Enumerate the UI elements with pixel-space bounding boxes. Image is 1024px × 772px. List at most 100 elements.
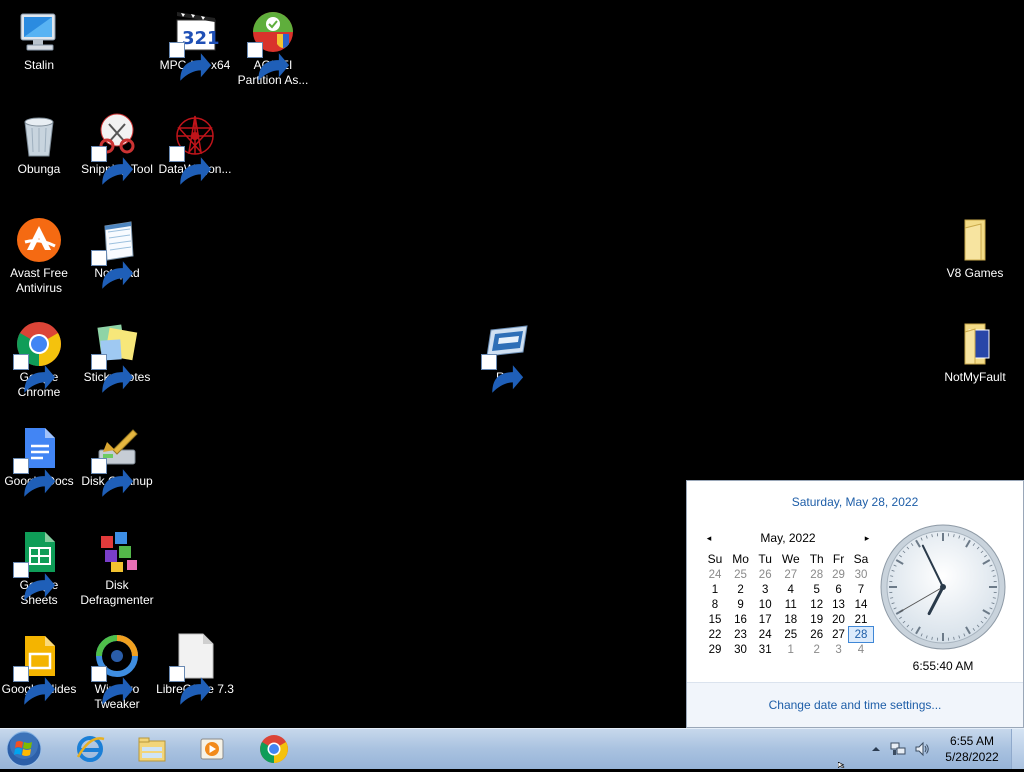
calendar-day[interactable]: 24 <box>754 627 776 642</box>
taskbar-clock[interactable]: 6:55 AM 5/28/2022 <box>930 733 1014 765</box>
mpc-hc-icon: 321 <box>171 8 219 56</box>
calendar-day[interactable]: 5 <box>805 582 828 597</box>
calendar-day[interactable]: 11 <box>776 597 805 612</box>
shortcut-arrow-icon <box>91 458 107 474</box>
volume-icon[interactable] <box>914 741 930 757</box>
folder-icon <box>951 216 999 264</box>
taskbar-internet-explorer[interactable] <box>64 731 116 767</box>
calendar-day[interactable]: 2 <box>805 642 828 657</box>
desktop-icon-snipping[interactable]: Snipping Tool <box>78 104 156 177</box>
calendar-day[interactable]: 24 <box>703 567 727 582</box>
calendar-day[interactable]: 18 <box>776 612 805 627</box>
calendar-day[interactable]: 22 <box>703 627 727 642</box>
desktop-icon-obunga[interactable]: Obunga <box>0 104 78 177</box>
calendar-day[interactable]: 15 <box>703 612 727 627</box>
full-date-heading[interactable]: Saturday, May 28, 2022 <box>687 495 1023 509</box>
calendar-day[interactable]: 14 <box>849 597 873 612</box>
calendar-day[interactable]: 2 <box>727 582 754 597</box>
show-hidden-icons-icon[interactable] <box>868 741 884 757</box>
desktop-icon-avast[interactable]: Avast Free Antivirus <box>0 208 78 296</box>
desktop-icon-mpc[interactable]: 321 MPC-HC x64 <box>156 0 234 73</box>
desktop-icon-datawagon[interactable]: DataWagon... <box>156 104 234 177</box>
calendar-day[interactable]: 27 <box>828 627 849 642</box>
desktop-icon-label: Stalin <box>0 58 78 73</box>
calendar-day[interactable]: 13 <box>828 597 849 612</box>
taskbar-file-explorer[interactable] <box>126 731 178 767</box>
calendar-day[interactable]: 27 <box>776 567 805 582</box>
calendar-week-row: 15161718192021 <box>703 612 873 627</box>
desktop-icon-winaero[interactable]: Winaero Tweaker <box>78 624 156 712</box>
analog-clock <box>879 523 1007 651</box>
desktop-icon-run[interactable]: Run <box>468 312 546 385</box>
calendar-day[interactable]: 28 <box>805 567 828 582</box>
previous-month-button[interactable]: ◂ <box>703 531 715 545</box>
recycle-bin-icon <box>15 112 63 160</box>
change-date-time-settings-link[interactable]: Change date and time settings... <box>687 682 1023 727</box>
desktop-icon-notepad[interactable]: Notepad <box>78 208 156 281</box>
calendar-day[interactable]: 30 <box>727 642 754 657</box>
network-icon[interactable] <box>890 741 906 757</box>
desktop-icon-defrag[interactable]: Disk Defragmenter <box>78 520 156 608</box>
calendar-day[interactable]: 23 <box>727 627 754 642</box>
calendar-day[interactable]: 26 <box>805 627 828 642</box>
disk-cleanup-icon <box>93 424 141 472</box>
calendar-day[interactable]: 16 <box>727 612 754 627</box>
calendar-day[interactable]: 17 <box>754 612 776 627</box>
calendar: ◂ May, 2022 ▸ SuMoTuWeThFrSa 24252627282… <box>703 531 873 657</box>
calendar-day[interactable]: 20 <box>828 612 849 627</box>
calendar-day[interactable]: 31 <box>754 642 776 657</box>
calendar-day[interactable]: 6 <box>828 582 849 597</box>
taskbar-chrome[interactable] <box>248 731 300 767</box>
calendar-day[interactable]: 1 <box>776 642 805 657</box>
calendar-day[interactable]: 28 <box>849 627 873 642</box>
desktop-icon-v8games[interactable]: V8 Games <box>936 208 1014 281</box>
desktop-icon-stickynotes[interactable]: Sticky Notes <box>78 312 156 385</box>
windows-logo-icon <box>5 731 43 767</box>
desktop-icon-slides[interactable]: Google Slides <box>0 624 78 697</box>
desktop-icon-docs[interactable]: Google Docs <box>0 416 78 489</box>
desktop-icon-aomei[interactable]: AOMEI Partition As... <box>234 0 312 88</box>
calendar-day[interactable]: 3 <box>828 642 849 657</box>
desktop-icon-libreoffice[interactable]: LibreOffice 7.3 <box>156 624 234 697</box>
libreoffice-icon <box>171 632 219 680</box>
desktop-icon-label: Obunga <box>0 162 78 177</box>
calendar-day[interactable]: 8 <box>703 597 727 612</box>
next-month-button[interactable]: ▸ <box>861 531 873 545</box>
calendar-day[interactable]: 4 <box>776 582 805 597</box>
computer-icon <box>15 8 63 56</box>
desktop-icon-stalin[interactable]: Stalin <box>0 0 78 73</box>
desktop-icon-chrome[interactable]: Google Chrome <box>0 312 78 400</box>
calendar-day[interactable]: 25 <box>727 567 754 582</box>
google-docs-icon <box>15 424 63 472</box>
calendar-day[interactable]: 1 <box>703 582 727 597</box>
desktop-icon-diskcleanup[interactable]: Disk Cleanup <box>78 416 156 489</box>
calendar-day[interactable]: 29 <box>703 642 727 657</box>
shortcut-arrow-icon <box>91 250 107 266</box>
calendar-day[interactable]: 9 <box>727 597 754 612</box>
taskbar-media-player[interactable] <box>186 731 238 767</box>
desktop-icon-label: Avast Free Antivirus <box>0 266 78 296</box>
shortcut-arrow-icon <box>481 354 497 370</box>
start-button[interactable] <box>5 731 43 767</box>
calendar-day[interactable]: 19 <box>805 612 828 627</box>
date-time-flyout: Saturday, May 28, 2022 ◂ May, 2022 ▸ SuM… <box>686 480 1024 728</box>
calendar-day[interactable]: 7 <box>849 582 873 597</box>
sticky-notes-icon <box>93 320 141 368</box>
show-desktop-button[interactable] <box>1011 729 1024 769</box>
calendar-week-row: 1234567 <box>703 582 873 597</box>
calendar-day[interactable]: 30 <box>849 567 873 582</box>
desktop-icon-notmyfault[interactable]: NotMyFault <box>936 312 1014 385</box>
calendar-day[interactable]: 3 <box>754 582 776 597</box>
calendar-day[interactable]: 29 <box>828 567 849 582</box>
calendar-day[interactable]: 4 <box>849 642 873 657</box>
calendar-day[interactable]: 10 <box>754 597 776 612</box>
weekday-header: Th <box>805 551 828 567</box>
calendar-day[interactable]: 21 <box>849 612 873 627</box>
chrome-icon <box>15 320 63 368</box>
calendar-day[interactable]: 12 <box>805 597 828 612</box>
desktop-icon-sheets[interactable]: Google Sheets <box>0 520 78 608</box>
month-label[interactable]: May, 2022 <box>760 531 815 545</box>
calendar-day[interactable]: 26 <box>754 567 776 582</box>
calendar-day[interactable]: 25 <box>776 627 805 642</box>
weekday-header: Tu <box>754 551 776 567</box>
